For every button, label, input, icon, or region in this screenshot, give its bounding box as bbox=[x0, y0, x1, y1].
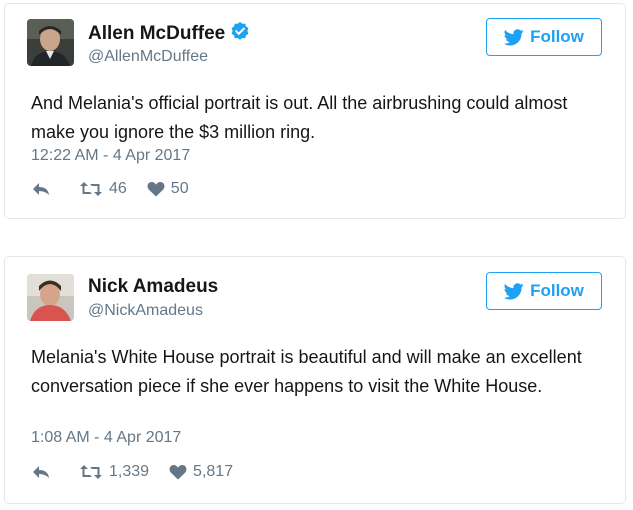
display-name-text: Allen McDuffee bbox=[88, 23, 226, 44]
reply-icon bbox=[33, 183, 49, 195]
follow-label: Follow bbox=[530, 281, 584, 300]
heart-icon bbox=[169, 465, 187, 480]
follow-button[interactable]: Follow bbox=[486, 272, 602, 310]
heart-icon bbox=[147, 182, 165, 197]
avatar[interactable] bbox=[27, 19, 74, 66]
reply-button[interactable] bbox=[31, 181, 51, 197]
like-button[interactable]: 5,817 bbox=[169, 463, 233, 481]
retweet-button[interactable]: 46 bbox=[79, 180, 127, 198]
tweet-card: Allen McDuffee @AllenMcDuffee Follow And… bbox=[4, 3, 626, 219]
tweet-text: Melania's White House portrait is beauti… bbox=[31, 347, 582, 396]
display-name[interactable]: Nick Amadeus bbox=[88, 276, 218, 298]
tweet-actions: 1,339 5,817 bbox=[31, 463, 233, 481]
verified-badge-icon bbox=[230, 21, 250, 41]
bird-icon bbox=[504, 282, 524, 299]
handle[interactable]: @AllenMcDuffee bbox=[88, 48, 208, 66]
retweet-count: 1,339 bbox=[109, 463, 150, 480]
like-count: 5,817 bbox=[193, 463, 234, 480]
avatar[interactable] bbox=[27, 274, 74, 321]
display-name[interactable]: Allen McDuffee bbox=[88, 21, 250, 45]
bird-icon bbox=[504, 28, 524, 45]
reply-button[interactable] bbox=[31, 464, 51, 480]
tweet-card: Nick Amadeus @NickAmadeus Follow Melania… bbox=[4, 256, 626, 504]
follow-button[interactable]: Follow bbox=[486, 18, 602, 56]
follow-label: Follow bbox=[530, 27, 584, 46]
retweet-icon bbox=[80, 182, 102, 196]
retweet-button[interactable]: 1,339 bbox=[79, 463, 149, 481]
retweet-count: 46 bbox=[109, 180, 127, 197]
like-button[interactable]: 50 bbox=[147, 180, 189, 198]
retweet-icon bbox=[80, 465, 102, 479]
timestamp[interactable]: 1:08 AM - 4 Apr 2017 bbox=[31, 429, 181, 447]
timestamp[interactable]: 12:22 AM - 4 Apr 2017 bbox=[31, 147, 190, 165]
handle[interactable]: @NickAmadeus bbox=[88, 302, 203, 320]
like-count: 50 bbox=[170, 180, 189, 197]
reply-icon bbox=[33, 466, 49, 478]
tweet-text: And Melania's official portrait is out. … bbox=[31, 93, 568, 142]
tweet-actions: 46 50 bbox=[31, 180, 189, 198]
